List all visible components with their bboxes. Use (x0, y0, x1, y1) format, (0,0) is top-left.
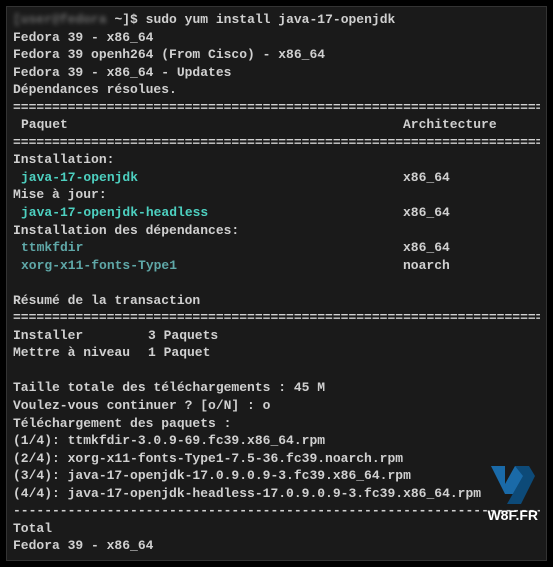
confirm-prompt: Voulez-vous continuer ? [o/N] : o (13, 397, 540, 415)
package-arch: x86_64 (403, 204, 450, 222)
prompt-user: [user@fedora (13, 12, 107, 27)
header-arch: Architecture (403, 116, 497, 134)
prompt-line: [user@fedora ~]$ sudo yum install java-1… (13, 11, 540, 29)
watermark-logo-icon (491, 466, 535, 504)
section-upgrade: Mise à jour: (13, 186, 540, 204)
summary-label: Installer (13, 327, 148, 345)
package-row: java-17-openjdk x86_64 (13, 169, 540, 187)
section-deps: Installation des dépendances: (13, 222, 540, 240)
header-package: Paquet (13, 116, 403, 134)
summary-value: 3 Paquets (148, 327, 218, 345)
dash-divider: ----------------------------------------… (13, 502, 540, 520)
package-name: xorg-x11-fonts-Type1 (13, 257, 403, 275)
prompt-loc: ~]$ (114, 12, 145, 27)
download-item: (3/4): java-17-openjdk-17.0.9.0.9-3.fc39… (13, 467, 540, 485)
repo-line: Fedora 39 openh264 (From Cisco) - x86_64 (13, 46, 540, 64)
divider: ========================================… (13, 309, 540, 327)
divider: ========================================… (13, 134, 540, 152)
summary-title: Résumé de la transaction (13, 292, 540, 310)
package-name: java-17-openjdk (13, 169, 403, 187)
footer-total: Total (13, 520, 540, 538)
package-row: java-17-openjdk-headless x86_64 (13, 204, 540, 222)
package-name: java-17-openjdk-headless (13, 204, 403, 222)
repo-line: Fedora 39 - x86_64 (13, 29, 540, 47)
table-header: Paquet Architecture (13, 116, 540, 134)
package-arch: x86_64 (403, 239, 450, 257)
watermark-text: W8F.FR (487, 506, 538, 525)
section-install: Installation: (13, 151, 540, 169)
summary-install: Installer 3 Paquets (13, 327, 540, 345)
summary-upgrade: Mettre à niveau 1 Paquet (13, 344, 540, 362)
repo-line: Fedora 39 - x86_64 - Updates (13, 64, 540, 82)
package-row: xorg-x11-fonts-Type1 noarch (13, 257, 540, 275)
package-name: ttmkfdir (13, 239, 403, 257)
summary-value: 1 Paquet (148, 344, 210, 362)
prompt-command: sudo yum install java-17-openjdk (146, 12, 396, 27)
summary-label: Mettre à niveau (13, 344, 148, 362)
package-row: ttmkfdir x86_64 (13, 239, 540, 257)
download-item: (2/4): xorg-x11-fonts-Type1-7.5-36.fc39.… (13, 450, 540, 468)
download-item: (4/4): java-17-openjdk-headless-17.0.9.0… (13, 485, 540, 503)
package-arch: noarch (403, 257, 450, 275)
watermark: W8F.FR (487, 466, 538, 525)
deps-resolved: Dépendances résolues. (13, 81, 540, 99)
download-total: Taille totale des téléchargements : 45 M (13, 379, 540, 397)
download-item: (1/4): ttmkfdir-3.0.9-69.fc39.x86_64.rpm (13, 432, 540, 450)
download-heading: Téléchargement des paquets : (13, 415, 540, 433)
divider: ========================================… (13, 99, 540, 117)
terminal-window[interactable]: [user@fedora ~]$ sudo yum install java-1… (6, 6, 547, 561)
footer-repo: Fedora 39 - x86_64 (13, 537, 540, 555)
package-arch: x86_64 (403, 169, 450, 187)
